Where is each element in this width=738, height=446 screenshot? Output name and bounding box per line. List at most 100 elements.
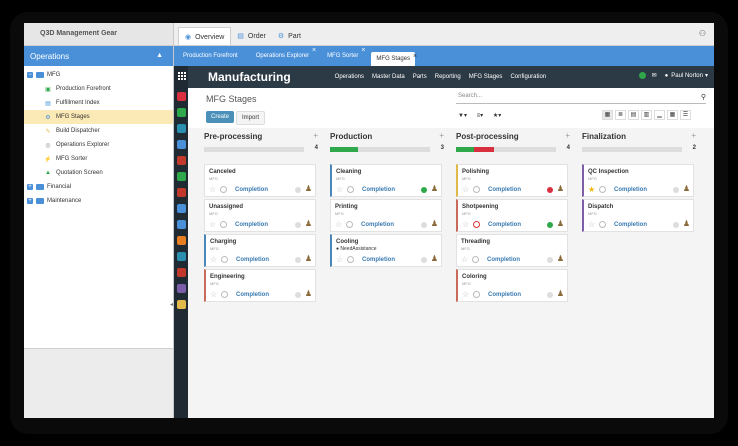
favorites-icon[interactable]: ★▾ [493, 113, 501, 119]
operations-tab[interactable]: Operations ▲ [24, 46, 173, 66]
browser-tab[interactable]: MFG Stages × [371, 52, 417, 66]
kanban-card[interactable]: Polishing MFG ☆ Completion ♟ [456, 164, 568, 197]
star-icon[interactable]: ☆ [462, 185, 469, 194]
progress-bar[interactable] [456, 147, 556, 152]
star-icon[interactable]: ☆ [210, 290, 217, 299]
avatar[interactable]: ● [665, 73, 669, 79]
star-icon[interactable]: ★ [588, 185, 595, 194]
star-icon[interactable]: ☆ [461, 255, 468, 264]
menu-mfg-stages[interactable]: MFG Stages [469, 74, 503, 80]
user-name[interactable]: Paul Norton [671, 73, 703, 79]
apps-grid-icon[interactable] [178, 72, 186, 80]
completion-link[interactable]: Completion [235, 187, 268, 193]
search-input[interactable]: Search... ⚲ [456, 93, 706, 104]
clock-icon[interactable] [473, 186, 480, 193]
completion-link[interactable]: Completion [362, 257, 395, 263]
activity-icon[interactable] [638, 72, 646, 79]
app-shortcut-icon[interactable] [176, 172, 186, 181]
graph-view-icon[interactable]: ▁ [654, 110, 665, 120]
app-shortcut-icon[interactable] [176, 124, 186, 133]
completion-link[interactable]: Completion [614, 222, 647, 228]
add-card-icon[interactable]: + [313, 131, 318, 140]
status-dot[interactable] [673, 187, 679, 193]
clock-icon[interactable] [473, 221, 480, 228]
collapse-icon[interactable]: − [27, 72, 33, 78]
star-icon[interactable]: ☆ [335, 220, 342, 229]
pivot-view-icon[interactable]: ▥ [641, 110, 652, 120]
kanban-card[interactable]: Canceled MFG ☆ Completion ♟ [204, 164, 316, 197]
kanban-card[interactable]: Unassigned MFG ☆ Completion ♟ [204, 199, 316, 232]
kanban-card[interactable]: QC Inspection MFG ★ Completion ♟ [582, 164, 694, 197]
progress-segment[interactable] [474, 147, 494, 152]
progress-segment[interactable] [456, 147, 474, 152]
close-icon[interactable]: × [413, 53, 417, 60]
close-icon[interactable]: × [312, 47, 316, 54]
star-icon[interactable]: ☆ [336, 185, 343, 194]
completion-link[interactable]: Completion [362, 187, 395, 193]
doc-tab[interactable]: ⚙ Part [272, 32, 307, 45]
star-icon[interactable]: ☆ [210, 255, 217, 264]
doc-tab[interactable]: ▤ Order [231, 32, 272, 45]
browser-tab[interactable]: MFG Sorter × [322, 46, 365, 66]
clock-icon[interactable] [220, 186, 227, 193]
tree-item[interactable]: ◎ Operations Explorer [24, 138, 173, 152]
clock-icon[interactable] [221, 291, 228, 298]
kanban-card[interactable]: Coloring MFG ☆ Completion ♟ [456, 269, 568, 302]
clock-icon[interactable] [347, 186, 354, 193]
status-dot[interactable] [547, 187, 553, 193]
add-card-icon[interactable]: + [565, 131, 570, 140]
app-shortcut-icon[interactable] [176, 204, 186, 213]
progress-bar[interactable] [330, 147, 430, 152]
star-icon[interactable]: ☆ [209, 220, 216, 229]
star-icon[interactable]: ☆ [588, 220, 595, 229]
clock-icon[interactable] [346, 221, 353, 228]
create-button[interactable]: Create [206, 111, 235, 123]
progress-bar[interactable] [204, 147, 304, 152]
clock-icon[interactable] [473, 291, 480, 298]
status-dot[interactable] [673, 222, 679, 228]
tree-item[interactable]: ▲ Quotation Screen [24, 166, 173, 180]
tree-item[interactable]: ⚡ MFG Sorter [24, 152, 173, 166]
tree-item[interactable]: ▣ Production Forefront [24, 82, 173, 96]
tree-item[interactable]: ✎ Build Dispatcher [24, 124, 173, 138]
app-shortcut-icon[interactable] [176, 252, 186, 261]
caret-up-icon[interactable]: ▲ [156, 52, 163, 59]
progress-segment[interactable] [330, 147, 358, 152]
kanban-card[interactable]: Engineering MFG ☆ Completion ♟ [204, 269, 316, 302]
tree-item[interactable]: ▤ Fulfillment Index [24, 96, 173, 110]
status-dot[interactable] [295, 222, 301, 228]
status-dot[interactable] [547, 257, 553, 263]
clock-icon[interactable] [472, 256, 479, 263]
clock-icon[interactable] [347, 256, 354, 263]
completion-link[interactable]: Completion [235, 222, 268, 228]
clock-icon[interactable] [221, 256, 228, 263]
completion-link[interactable]: Completion [236, 257, 269, 263]
completion-link[interactable]: Completion [488, 187, 521, 193]
clock-icon[interactable] [599, 186, 606, 193]
app-shortcut-icon[interactable] [176, 156, 186, 165]
clock-icon[interactable] [220, 221, 227, 228]
app-shortcut-icon[interactable] [176, 140, 186, 149]
menu-reporting[interactable]: Reporting [435, 74, 461, 80]
tree-item[interactable]: + Maintenance [24, 194, 173, 208]
chat-icon[interactable]: ✉ [652, 72, 657, 79]
app-shortcut-icon[interactable] [176, 220, 186, 229]
app-shortcut-icon[interactable] [176, 284, 186, 293]
group-by-icon[interactable]: ≡▾ [477, 113, 484, 119]
status-dot[interactable] [295, 257, 301, 263]
menu-master-data[interactable]: Master Data [372, 74, 405, 80]
status-dot[interactable] [547, 292, 553, 298]
browser-tab[interactable]: Operations Explorer × [251, 46, 316, 66]
app-shortcut-icon[interactable] [176, 300, 186, 309]
app-shortcut-icon[interactable] [176, 108, 186, 117]
app-shortcut-icon[interactable] [176, 188, 186, 197]
expand-icon[interactable]: + [27, 184, 33, 190]
clock-icon[interactable] [599, 221, 606, 228]
star-icon[interactable]: ☆ [336, 255, 343, 264]
star-icon[interactable]: ☆ [209, 185, 216, 194]
chevron-down-icon[interactable]: ▾ [705, 72, 708, 79]
grid-view-icon[interactable]: ▦ [667, 110, 678, 120]
kanban-card[interactable]: Shotpeening MFG ☆ Completion ♟ [456, 199, 568, 232]
search-icon[interactable]: ⚲ [701, 93, 706, 101]
status-dot[interactable] [547, 222, 553, 228]
